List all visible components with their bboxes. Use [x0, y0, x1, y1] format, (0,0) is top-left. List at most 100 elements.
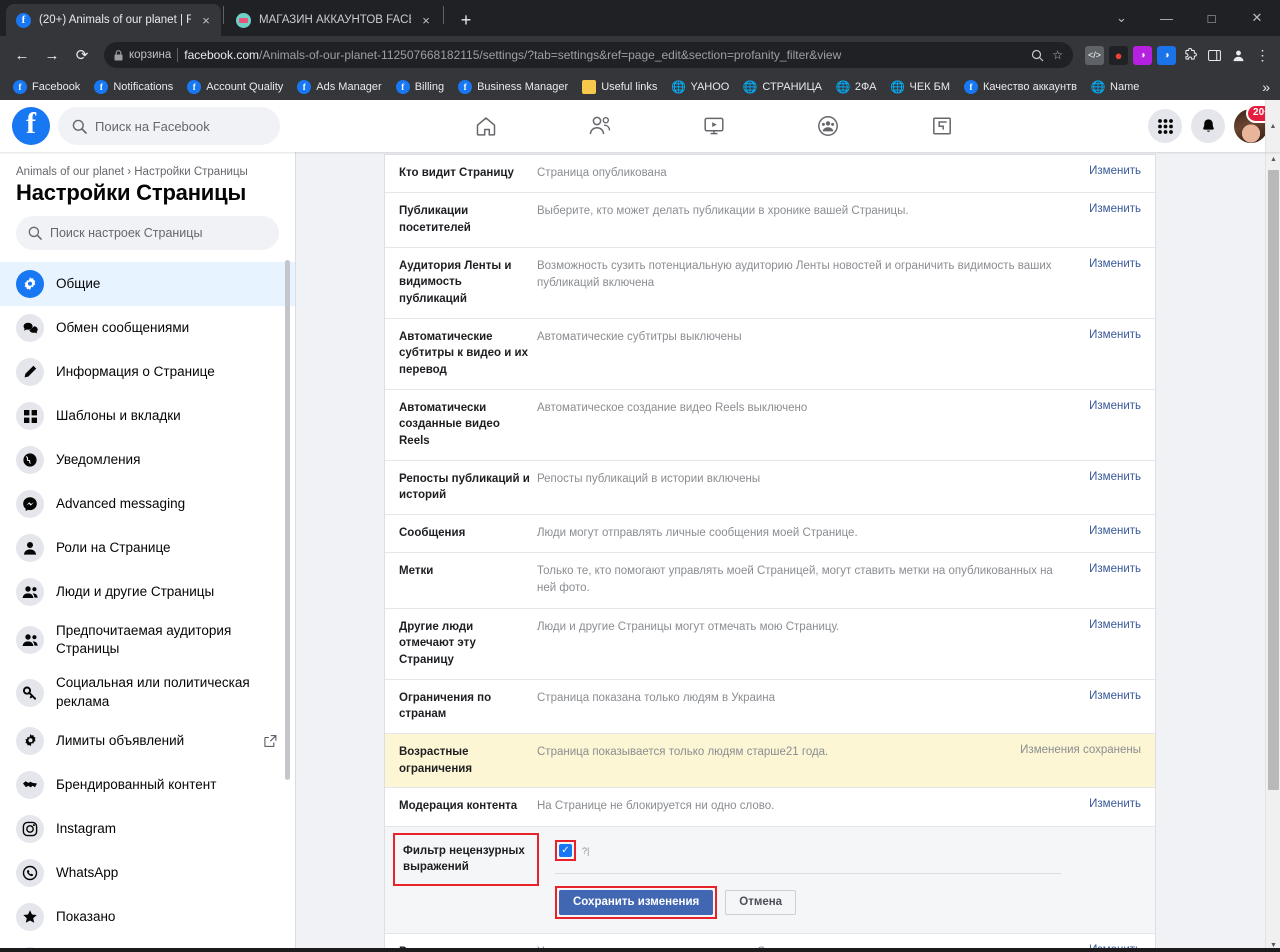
profile-avatar-icon[interactable] — [1229, 46, 1248, 65]
tab-close-icon[interactable]: × — [199, 14, 213, 27]
edit-link[interactable]: Изменить — [1085, 525, 1141, 537]
blue-extension-icon[interactable]: ◑ — [1157, 45, 1176, 65]
minimize-button[interactable]: — — [1144, 0, 1189, 36]
sidebar-scrollbar-thumb[interactable] — [285, 260, 290, 780]
bookmark-2fa[interactable]: 🌐 2ФА — [829, 80, 884, 94]
bookmark-label: 2ФА — [854, 81, 877, 93]
bookmarks-overflow-icon[interactable]: » — [1262, 79, 1274, 95]
profanity-filter-checkbox[interactable]: ✓ — [559, 844, 572, 858]
browser-tab-0[interactable]: (20+) Animals of our planet | Fac × — [6, 4, 221, 36]
edit-link[interactable]: Изменить — [1085, 203, 1141, 215]
sidebar-item-featured[interactable]: Показано — [0, 895, 295, 939]
tab-close-icon[interactable]: × — [419, 14, 433, 27]
sidebar-item-instagram[interactable]: Instagram — [0, 807, 295, 851]
settings-search-input[interactable]: Поиск настроек Страницы — [16, 216, 279, 250]
table-row[interactable]: Публикации посетителей Выберите, кто мож… — [385, 193, 1155, 248]
nav-groups-icon[interactable] — [800, 106, 856, 146]
nav-home-icon[interactable] — [458, 106, 514, 146]
table-row[interactable]: Метки Только те, кто помогают управлять … — [385, 553, 1155, 609]
side-panel-icon[interactable] — [1205, 46, 1224, 65]
table-row[interactable]: Ограничения по странам Страница показана… — [385, 680, 1155, 735]
settings-card: Кто видит Страницу Страница опубликована… — [384, 154, 1156, 952]
sidebar-item-advanced-messaging[interactable]: Advanced messaging — [0, 482, 295, 526]
maximize-button[interactable]: □ — [1189, 0, 1234, 36]
scrollbar-up-arrow-icon[interactable]: ▲ — [1266, 152, 1280, 166]
sidebar-item-messaging[interactable]: Обмен сообщениями — [0, 306, 295, 350]
table-row[interactable]: Репосты публикаций и историй Репосты пуб… — [385, 461, 1155, 515]
table-row-content-moderation[interactable]: Модерация контента На Странице не блокир… — [385, 788, 1155, 827]
bell-icon[interactable] — [1191, 109, 1225, 143]
sidebar-item-general[interactable]: Общие — [0, 262, 295, 306]
sidebar-item-preferred-audience[interactable]: Предпочитаемая аудитория Страницы — [0, 614, 295, 666]
tab-search-chevron-icon[interactable]: ⌄ — [1099, 0, 1144, 36]
purple-extension-icon[interactable]: ◑ — [1133, 45, 1152, 65]
bookmark-kachestvo[interactable]: f Качество аккаунтв — [957, 80, 1084, 94]
browser-tab-1[interactable]: МАГАЗИН АККАУНТОВ FACEBOO × — [226, 4, 441, 36]
edit-link[interactable]: Изменить — [1085, 329, 1141, 341]
red-extension-icon[interactable]: ● — [1109, 45, 1128, 65]
bookmark-facebook[interactable]: f Facebook — [6, 80, 87, 94]
sidebar-item-notifications[interactable]: Уведомления — [0, 438, 295, 482]
bookmark-yahoo[interactable]: 🌐 YAHOO — [664, 80, 736, 94]
sidebar-item-social-political-ads[interactable]: Социальная или политическая реклама — [0, 666, 295, 718]
row-label: Репосты публикаций и историй — [399, 472, 530, 502]
sidebar-item-ad-limits[interactable]: Лимиты объявлений — [0, 719, 295, 763]
edit-link[interactable]: Изменить — [1085, 798, 1141, 810]
cancel-button[interactable]: Отмена — [725, 889, 797, 916]
back-button[interactable]: ← — [8, 41, 36, 69]
bookmark-account-quality[interactable]: f Account Quality — [180, 80, 290, 94]
grid-menu-icon[interactable] — [1148, 109, 1182, 143]
bookmark-ads-manager[interactable]: f Ads Manager — [290, 80, 388, 94]
table-row[interactable]: Сообщения Люди могут отправлять личные с… — [385, 515, 1155, 554]
sidebar-item-page-roles[interactable]: Роли на Странице — [0, 526, 295, 570]
page-scrollbar-top-arrow[interactable]: ▲ — [1265, 100, 1280, 152]
table-row-age-restrictions[interactable]: Возрастные ограничения Страница показыва… — [385, 734, 1155, 789]
sidebar-item-whatsapp[interactable]: WhatsApp — [0, 851, 295, 895]
user-avatar[interactable]: 20+ — [1234, 104, 1277, 143]
edit-link[interactable]: Изменить — [1085, 165, 1141, 177]
edit-link[interactable]: Изменить — [1085, 471, 1141, 483]
sidebar-item-templates[interactable]: Шаблоны и вкладки — [0, 394, 295, 438]
save-button[interactable]: Сохранить изменения — [559, 889, 714, 916]
bookmark-stranitsa[interactable]: 🌐 СТРАНИЦА — [736, 80, 829, 94]
edit-link[interactable]: Изменить — [1085, 400, 1141, 412]
bookmark-star-icon[interactable]: ☆ — [1052, 48, 1063, 62]
chrome-menu-icon[interactable]: ⋮ — [1253, 46, 1272, 65]
sidebar-item-people-pages[interactable]: Люди и другие Страницы — [0, 570, 295, 614]
nav-friends-icon[interactable] — [572, 106, 628, 146]
profanity-filter-hint: ?| — [582, 845, 590, 856]
bookmark-notifications[interactable]: f Notifications — [87, 80, 180, 94]
sidebar-item-branded-content[interactable]: Брендированный контент — [0, 763, 295, 807]
puzzle-extension-icon[interactable] — [1181, 46, 1200, 65]
code-extension-icon[interactable]: </> — [1085, 45, 1104, 65]
table-row[interactable]: Кто видит Страницу Страница опубликована… — [385, 155, 1155, 194]
reload-button[interactable]: ⟳ — [68, 41, 96, 69]
external-link-icon[interactable] — [264, 734, 277, 747]
page-scrollbar[interactable]: ▲ ▼ — [1265, 152, 1280, 952]
close-window-button[interactable]: ✕ — [1234, 0, 1280, 36]
edit-link[interactable]: Изменить — [1085, 690, 1141, 702]
tab-separator — [443, 5, 444, 24]
forward-button[interactable]: → — [38, 41, 66, 69]
search-icon[interactable] — [1031, 49, 1044, 62]
facebook-search-input[interactable]: Поиск на Facebook — [58, 107, 280, 145]
sidebar-item-page-info[interactable]: Информация о Странице — [0, 350, 295, 394]
facebook-logo-icon[interactable]: f — [12, 107, 50, 145]
nav-gaming-icon[interactable] — [914, 106, 970, 146]
edit-link[interactable]: Изменить — [1085, 563, 1141, 575]
bookmark-name[interactable]: 🌐 Name — [1084, 80, 1146, 94]
edit-link[interactable]: Изменить — [1085, 258, 1141, 270]
url-input[interactable]: корзина facebook.com/Animals-of-our-plan… — [104, 42, 1073, 68]
table-row[interactable]: Автоматически созданные видео Reels Авто… — [385, 390, 1155, 461]
table-row[interactable]: Автоматические субтитры к видео и их пер… — [385, 319, 1155, 390]
bookmark-chek-bm[interactable]: 🌐 ЧЕК БМ — [884, 80, 958, 94]
bookmark-useful-links[interactable]: Useful links — [575, 80, 664, 94]
bookmark-billing[interactable]: f Billing — [389, 80, 451, 94]
table-row[interactable]: Другие люди отмечают эту Страницу Люди и… — [385, 609, 1155, 680]
nav-watch-icon[interactable] — [686, 106, 742, 146]
edit-link[interactable]: Изменить — [1085, 619, 1141, 631]
bookmark-business-manager[interactable]: f Business Manager — [451, 80, 575, 94]
scrollbar-thumb[interactable] — [1268, 170, 1279, 790]
new-tab-button[interactable]: + — [452, 6, 480, 34]
table-row[interactable]: Аудитория Ленты и видимость публикаций В… — [385, 248, 1155, 319]
